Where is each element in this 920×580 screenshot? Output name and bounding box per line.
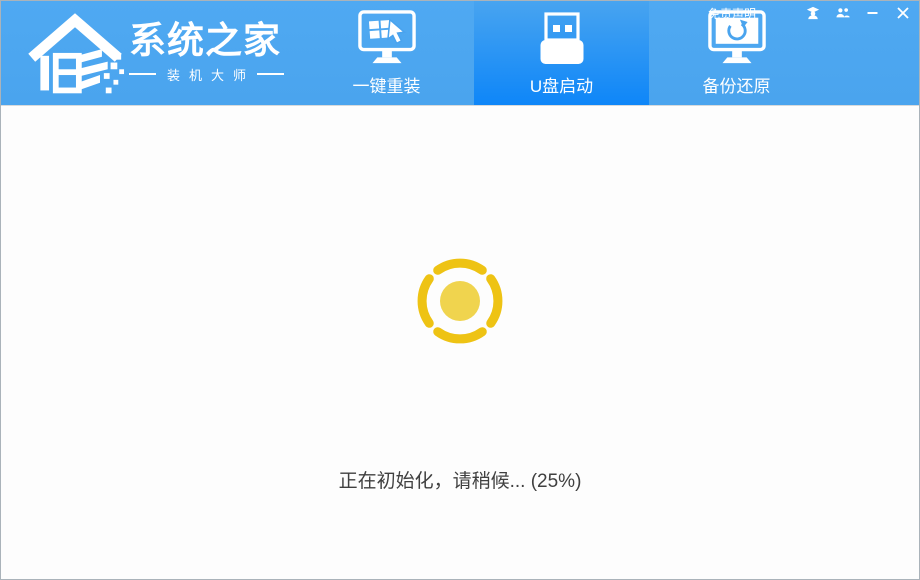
subtitle-text: 装机大师 xyxy=(167,65,255,84)
app-header: 系统之家 装机大师 xyxy=(1,1,919,106)
house-pixels-icon xyxy=(25,7,125,95)
user-group-icon[interactable] xyxy=(835,6,850,21)
tab-one-key-reinstall[interactable]: 一键重装 xyxy=(299,1,474,105)
subtitle-left-line xyxy=(129,73,156,75)
loading-spinner xyxy=(414,255,506,347)
logo-text: 系统之家 装机大师 xyxy=(129,22,284,84)
brand-title: 系统之家 xyxy=(129,22,284,61)
app-window: 系统之家 装机大师 xyxy=(0,0,920,580)
close-icon[interactable] xyxy=(895,6,910,21)
minimize-icon[interactable] xyxy=(865,6,880,21)
app-logo: 系统之家 装机大师 xyxy=(25,7,284,95)
tab-label-backup-restore: 备份还原 xyxy=(703,72,771,97)
tab-usb-boot[interactable]: U盘启动 xyxy=(474,1,649,105)
usb-drive-icon xyxy=(539,11,585,67)
status-message: 正在初始化，请稍候... (25%) xyxy=(1,466,919,493)
brand-subtitle: 装机大师 xyxy=(129,65,284,84)
subtitle-right-line xyxy=(257,73,284,75)
tab-label-reinstall: 一键重装 xyxy=(353,72,421,97)
disclaimer-link[interactable]: 免责声明 xyxy=(708,5,756,22)
tab-label-usb-boot: U盘启动 xyxy=(530,72,593,97)
service-person-icon[interactable] xyxy=(805,6,820,21)
monitor-windows-cursor-icon xyxy=(356,9,418,67)
titlebar-controls: 免责声明 xyxy=(708,5,910,21)
